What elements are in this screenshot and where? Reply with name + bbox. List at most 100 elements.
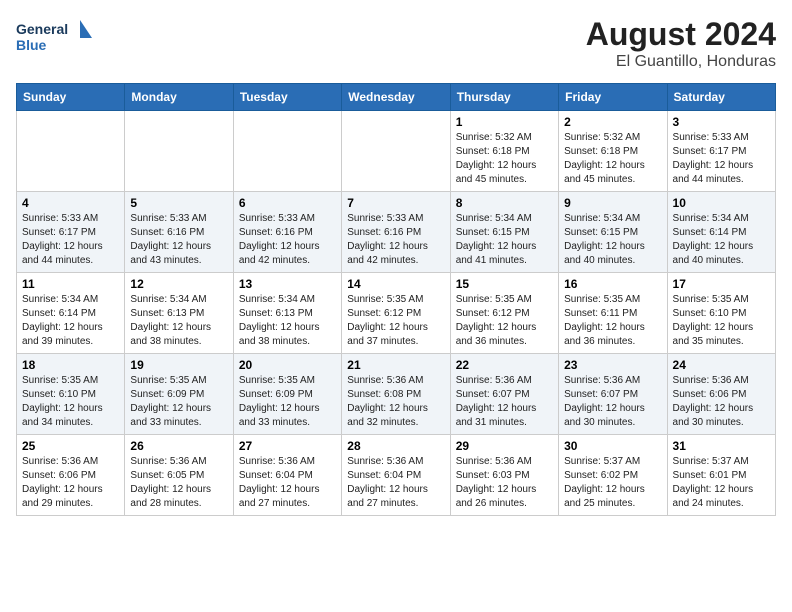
weekday-header: Monday: [125, 84, 233, 111]
day-info: Sunrise: 5:36 AM Sunset: 6:08 PM Dayligh…: [347, 374, 444, 430]
day-info: Sunrise: 5:34 AM Sunset: 6:15 PM Dayligh…: [456, 212, 553, 268]
day-number: 6: [239, 196, 336, 210]
day-number: 2: [564, 115, 661, 129]
day-number: 20: [239, 358, 336, 372]
calendar-cell: 31Sunrise: 5:37 AM Sunset: 6:01 PM Dayli…: [667, 435, 775, 516]
day-info: Sunrise: 5:36 AM Sunset: 6:05 PM Dayligh…: [130, 455, 227, 511]
day-number: 14: [347, 277, 444, 291]
calendar-cell: 13Sunrise: 5:34 AM Sunset: 6:13 PM Dayli…: [233, 273, 341, 354]
day-info: Sunrise: 5:33 AM Sunset: 6:16 PM Dayligh…: [130, 212, 227, 268]
day-number: 15: [456, 277, 553, 291]
day-number: 16: [564, 277, 661, 291]
calendar-cell: 6 Sunrise: 5:33 AM Sunset: 6:16 PM Daylig…: [233, 192, 341, 273]
day-info: Sunrise: 5:36 AM Sunset: 6:06 PM Dayligh…: [673, 374, 770, 430]
day-info: Sunrise: 5:32 AM Sunset: 6:18 PM Dayligh…: [564, 131, 661, 187]
calendar-cell: 23Sunrise: 5:36 AM Sunset: 6:07 PM Dayli…: [559, 354, 667, 435]
calendar-cell: 18 Sunrise: 5:35 AM Sunset: 6:10 PM Dayli…: [17, 354, 125, 435]
day-number: 19: [130, 358, 227, 372]
weekday-header: Thursday: [450, 84, 558, 111]
day-number: 28: [347, 439, 444, 453]
svg-text:Blue: Blue: [16, 37, 47, 53]
logo: General Blue: [16, 16, 96, 60]
weekday-header: Wednesday: [342, 84, 450, 111]
day-number: 3: [673, 115, 770, 129]
day-number: 9: [564, 196, 661, 210]
calendar-cell: 15 Sunrise: 5:35 AM Sunset: 6:12 PM Dayli…: [450, 273, 558, 354]
calendar-cell: 4Sunrise: 5:33 AM Sunset: 6:17 PM Daylig…: [17, 192, 125, 273]
day-info: Sunrise: 5:35 AM Sunset: 6:09 PM Dayligh…: [239, 374, 336, 430]
calendar-cell: [233, 111, 341, 192]
day-info: Sunrise: 5:36 AM Sunset: 6:03 PM Dayligh…: [456, 455, 553, 511]
day-info: Sunrise: 5:34 AM Sunset: 6:14 PM Dayligh…: [22, 293, 119, 349]
day-info: Sunrise: 5:36 AM Sunset: 6:07 PM Dayligh…: [456, 374, 553, 430]
day-number: 21: [347, 358, 444, 372]
calendar-cell: 26 Sunrise: 5:36 AM Sunset: 6:05 PM Dayli…: [125, 435, 233, 516]
day-number: 8: [456, 196, 553, 210]
day-info: Sunrise: 5:36 AM Sunset: 6:07 PM Dayligh…: [564, 374, 661, 430]
day-info: Sunrise: 5:35 AM Sunset: 6:11 PM Dayligh…: [564, 293, 661, 349]
calendar-cell: 25Sunrise: 5:36 AM Sunset: 6:06 PM Dayli…: [17, 435, 125, 516]
calendar-cell: 10 Sunrise: 5:34 AM Sunset: 6:14 PM Dayli…: [667, 192, 775, 273]
calendar-cell: 14Sunrise: 5:35 AM Sunset: 6:12 PM Dayli…: [342, 273, 450, 354]
calendar-week-row: 25Sunrise: 5:36 AM Sunset: 6:06 PM Dayli…: [17, 435, 776, 516]
calendar-header-row: SundayMondayTuesdayWednesdayThursdayFrid…: [17, 84, 776, 111]
weekday-header: Tuesday: [233, 84, 341, 111]
page-header: General Blue August 2024 El Guantillo, H…: [16, 16, 776, 71]
svg-text:General: General: [16, 21, 68, 37]
title-block: August 2024 El Guantillo, Honduras: [586, 16, 776, 71]
weekday-header: Sunday: [17, 84, 125, 111]
calendar-week-row: 11 Sunrise: 5:34 AM Sunset: 6:14 PM Dayli…: [17, 273, 776, 354]
calendar-cell: 19 Sunrise: 5:35 AM Sunset: 6:09 PM Dayli…: [125, 354, 233, 435]
calendar-cell: 30Sunrise: 5:37 AM Sunset: 6:02 PM Dayli…: [559, 435, 667, 516]
calendar-cell: [17, 111, 125, 192]
day-info: Sunrise: 5:34 AM Sunset: 6:13 PM Dayligh…: [130, 293, 227, 349]
calendar-cell: [342, 111, 450, 192]
calendar-cell: 16 Sunrise: 5:35 AM Sunset: 6:11 PM Dayli…: [559, 273, 667, 354]
day-number: 12: [130, 277, 227, 291]
day-info: Sunrise: 5:34 AM Sunset: 6:14 PM Dayligh…: [673, 212, 770, 268]
day-info: Sunrise: 5:37 AM Sunset: 6:01 PM Dayligh…: [673, 455, 770, 511]
day-number: 24: [673, 358, 770, 372]
calendar-week-row: 4Sunrise: 5:33 AM Sunset: 6:17 PM Daylig…: [17, 192, 776, 273]
calendar-table: SundayMondayTuesdayWednesdayThursdayFrid…: [16, 83, 776, 516]
page-subtitle: El Guantillo, Honduras: [586, 53, 776, 71]
day-number: 17: [673, 277, 770, 291]
day-info: Sunrise: 5:34 AM Sunset: 6:15 PM Dayligh…: [564, 212, 661, 268]
calendar-cell: 7Sunrise: 5:33 AM Sunset: 6:16 PM Daylig…: [342, 192, 450, 273]
calendar-cell: 24 Sunrise: 5:36 AM Sunset: 6:06 PM Dayli…: [667, 354, 775, 435]
day-number: 18: [22, 358, 119, 372]
day-info: Sunrise: 5:33 AM Sunset: 6:17 PM Dayligh…: [673, 131, 770, 187]
day-info: Sunrise: 5:32 AM Sunset: 6:18 PM Dayligh…: [456, 131, 553, 187]
weekday-header: Saturday: [667, 84, 775, 111]
day-info: Sunrise: 5:35 AM Sunset: 6:10 PM Dayligh…: [673, 293, 770, 349]
calendar-week-row: 1 Sunrise: 5:32 AM Sunset: 6:18 PM Daylig…: [17, 111, 776, 192]
day-info: Sunrise: 5:33 AM Sunset: 6:16 PM Dayligh…: [239, 212, 336, 268]
day-info: Sunrise: 5:33 AM Sunset: 6:16 PM Dayligh…: [347, 212, 444, 268]
calendar-cell: 28Sunrise: 5:36 AM Sunset: 6:04 PM Dayli…: [342, 435, 450, 516]
calendar-cell: 17 Sunrise: 5:35 AM Sunset: 6:10 PM Dayli…: [667, 273, 775, 354]
day-info: Sunrise: 5:35 AM Sunset: 6:10 PM Dayligh…: [22, 374, 119, 430]
day-number: 5: [130, 196, 227, 210]
day-info: Sunrise: 5:35 AM Sunset: 6:09 PM Dayligh…: [130, 374, 227, 430]
calendar-cell: 8 Sunrise: 5:34 AM Sunset: 6:15 PM Daylig…: [450, 192, 558, 273]
day-number: 10: [673, 196, 770, 210]
logo-svg: General Blue: [16, 16, 96, 60]
calendar-cell: 27Sunrise: 5:36 AM Sunset: 6:04 PM Dayli…: [233, 435, 341, 516]
day-number: 26: [130, 439, 227, 453]
day-number: 29: [456, 439, 553, 453]
day-number: 22: [456, 358, 553, 372]
day-info: Sunrise: 5:36 AM Sunset: 6:06 PM Dayligh…: [22, 455, 119, 511]
calendar-cell: 20 Sunrise: 5:35 AM Sunset: 6:09 PM Dayli…: [233, 354, 341, 435]
calendar-week-row: 18 Sunrise: 5:35 AM Sunset: 6:10 PM Dayli…: [17, 354, 776, 435]
day-number: 1: [456, 115, 553, 129]
day-info: Sunrise: 5:35 AM Sunset: 6:12 PM Dayligh…: [456, 293, 553, 349]
calendar-cell: 3 Sunrise: 5:33 AM Sunset: 6:17 PM Daylig…: [667, 111, 775, 192]
day-info: Sunrise: 5:34 AM Sunset: 6:13 PM Dayligh…: [239, 293, 336, 349]
calendar-cell: [125, 111, 233, 192]
calendar-cell: 29 Sunrise: 5:36 AM Sunset: 6:03 PM Dayli…: [450, 435, 558, 516]
page-title: August 2024: [586, 16, 776, 53]
weekday-header: Friday: [559, 84, 667, 111]
calendar-cell: 12 Sunrise: 5:34 AM Sunset: 6:13 PM Dayli…: [125, 273, 233, 354]
calendar-cell: 5 Sunrise: 5:33 AM Sunset: 6:16 PM Daylig…: [125, 192, 233, 273]
day-number: 11: [22, 277, 119, 291]
